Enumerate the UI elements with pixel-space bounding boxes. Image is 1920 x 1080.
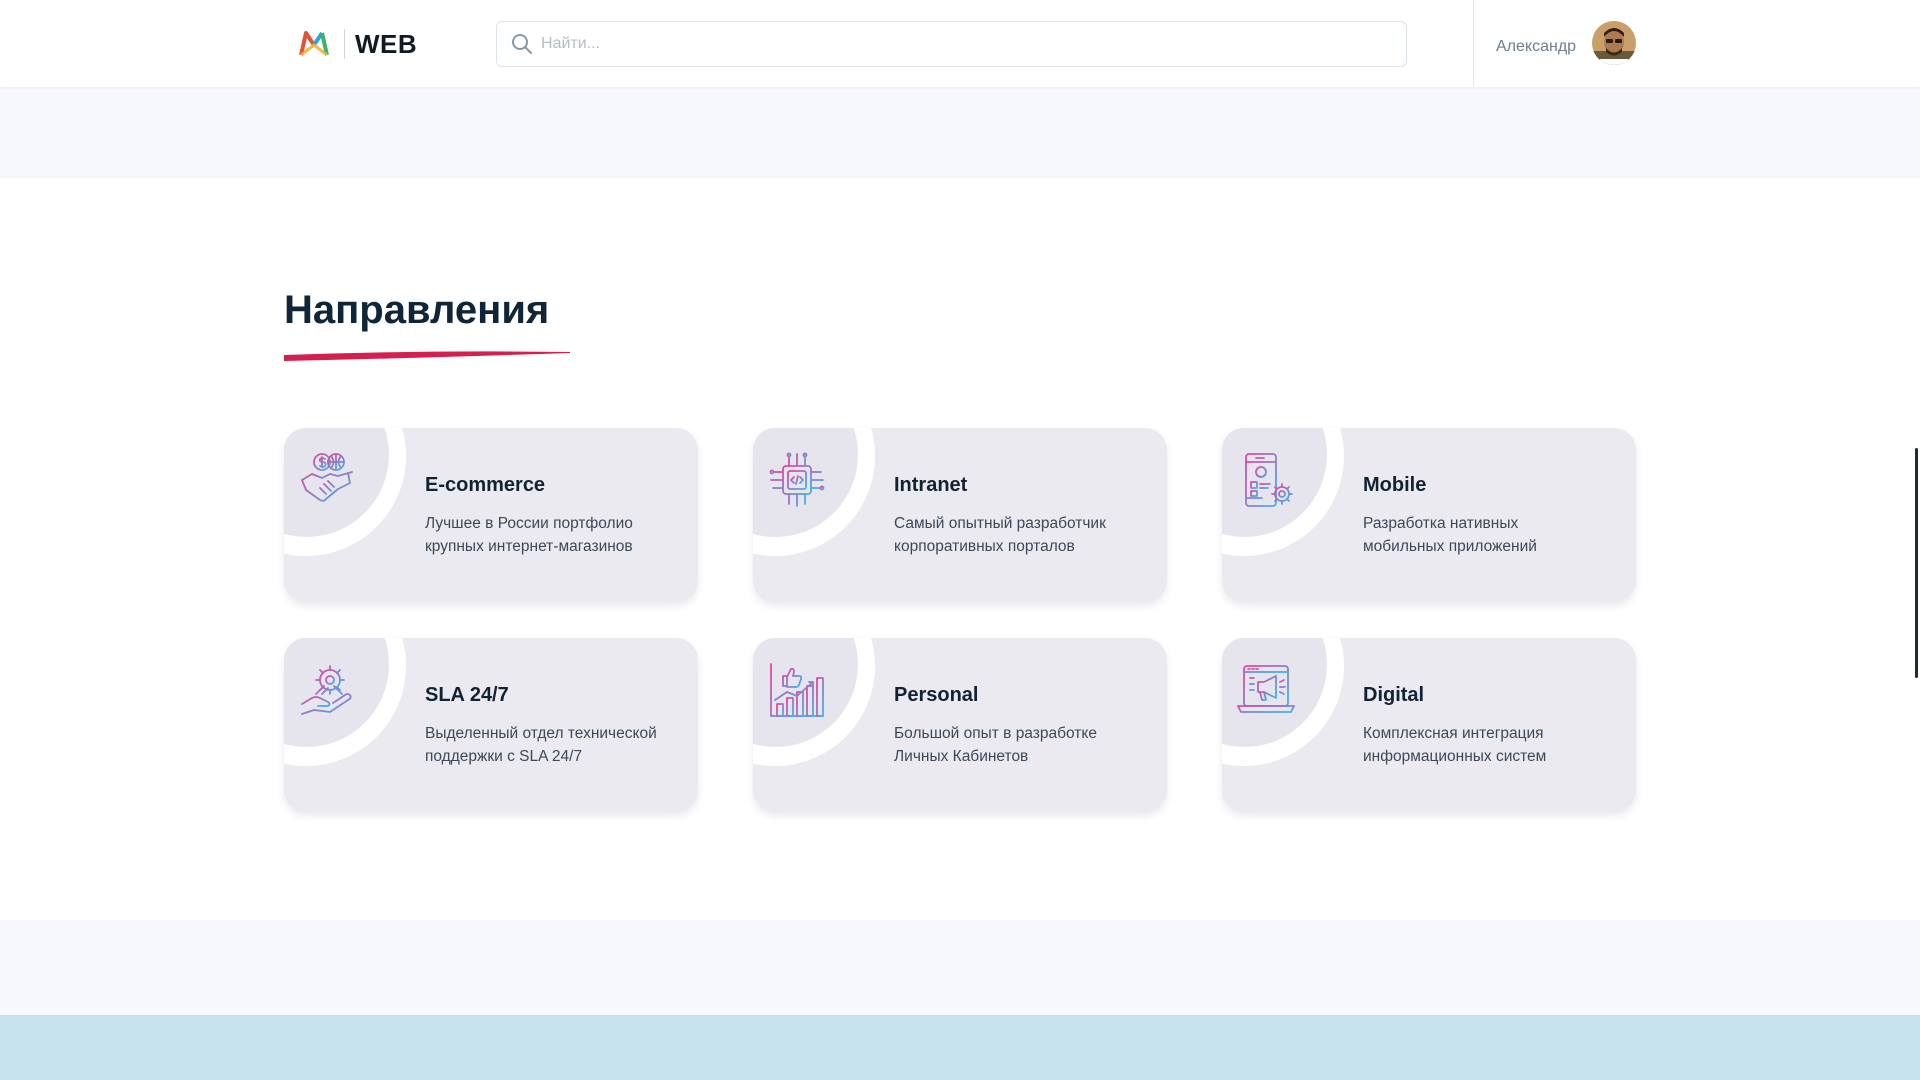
card-description: Лучшее в России портфолио крупных интерн…: [425, 512, 685, 558]
title-underline: [284, 351, 570, 361]
logo-text: WEB: [355, 28, 418, 59]
logo-mark-icon: [299, 31, 329, 57]
directions-section: Направления E-commerce Лучшее в России п…: [0, 178, 1920, 920]
user-name[interactable]: Александр: [1496, 38, 1576, 56]
direction-card-sla[interactable]: SLA 24/7 Выделенный отдел технической по…: [284, 638, 698, 812]
avatar[interactable]: [1592, 21, 1636, 65]
card-description-line: Личных Кабинетов: [894, 748, 1029, 765]
direction-card-mobile[interactable]: Mobile Разработка нативных мобильных при…: [1222, 428, 1636, 602]
direction-card-digital[interactable]: Digital Комплексная интеграция информаци…: [1222, 638, 1636, 812]
card-description-line: Большой опыт в разработке: [894, 725, 1097, 742]
card-description: Комплексная интеграция информационных си…: [1363, 722, 1623, 768]
card-title: Intranet: [894, 474, 968, 496]
card-title: SLA 24/7: [425, 684, 509, 706]
card-description-line: Самый опытный разработчик: [894, 515, 1106, 532]
card-description: Выделенный отдел технической поддержки с…: [425, 722, 685, 768]
top-spacer: [0, 87, 1920, 178]
mobile-settings-icon: [1245, 453, 1293, 507]
bottom-spacer: [0, 920, 1920, 1015]
search-input[interactable]: [541, 35, 1381, 53]
card-title: Mobile: [1363, 474, 1427, 496]
directions-grid: E-commerce Лучшее в России портфолио кру…: [284, 428, 1636, 812]
card-description-line: крупных интернет-магазинов: [425, 538, 633, 555]
card-description: Разработка нативных мобильных приложений: [1363, 512, 1623, 558]
card-title: Digital: [1363, 684, 1425, 706]
handshake-icon: [301, 453, 353, 502]
top-header: WEB Александр: [0, 0, 1920, 87]
direction-card-personal[interactable]: Personal Большой опыт в разработке Личны…: [753, 638, 1167, 812]
laptop-megaphone-icon: [1237, 665, 1295, 713]
card-description-line: мобильных приложений: [1363, 538, 1537, 555]
search-box[interactable]: [496, 21, 1407, 67]
card-description-line: Комплексная интеграция: [1363, 725, 1544, 742]
gear-hand-icon: [301, 665, 352, 715]
direction-card-ecommerce[interactable]: E-commerce Лучшее в России портфолио кру…: [284, 428, 698, 602]
card-description: Самый опытный разработчик корпоративных …: [894, 512, 1154, 558]
card-description-line: Разработка нативных: [1363, 515, 1519, 532]
avatar-image: [1592, 21, 1636, 65]
section-title: Направления: [284, 288, 550, 332]
search-icon: [512, 34, 532, 54]
card-description: Большой опыт в разработке Личных Кабинет…: [894, 722, 1154, 768]
page-scrollbar[interactable]: [1915, 448, 1918, 678]
card-description-line: поддержки с SLA 24/7: [425, 748, 583, 765]
card-description-line: информационных систем: [1363, 748, 1547, 765]
card-description-line: корпоративных порталов: [894, 538, 1075, 555]
logo[interactable]: WEB: [298, 25, 417, 63]
card-title: Personal: [894, 684, 979, 706]
footer-band: [0, 1015, 1920, 1080]
user-divider: [1473, 0, 1474, 87]
card-title: E-commerce: [425, 474, 546, 496]
card-description-line: Выделенный отдел технической: [425, 725, 657, 742]
card-description-line: Лучшее в России портфолио: [425, 515, 633, 532]
logo-divider: [344, 29, 345, 59]
direction-card-intranet[interactable]: Intranet Самый опытный разработчик корпо…: [753, 428, 1167, 602]
chip-icon: [769, 452, 825, 507]
growth-chart-icon: [770, 663, 824, 717]
